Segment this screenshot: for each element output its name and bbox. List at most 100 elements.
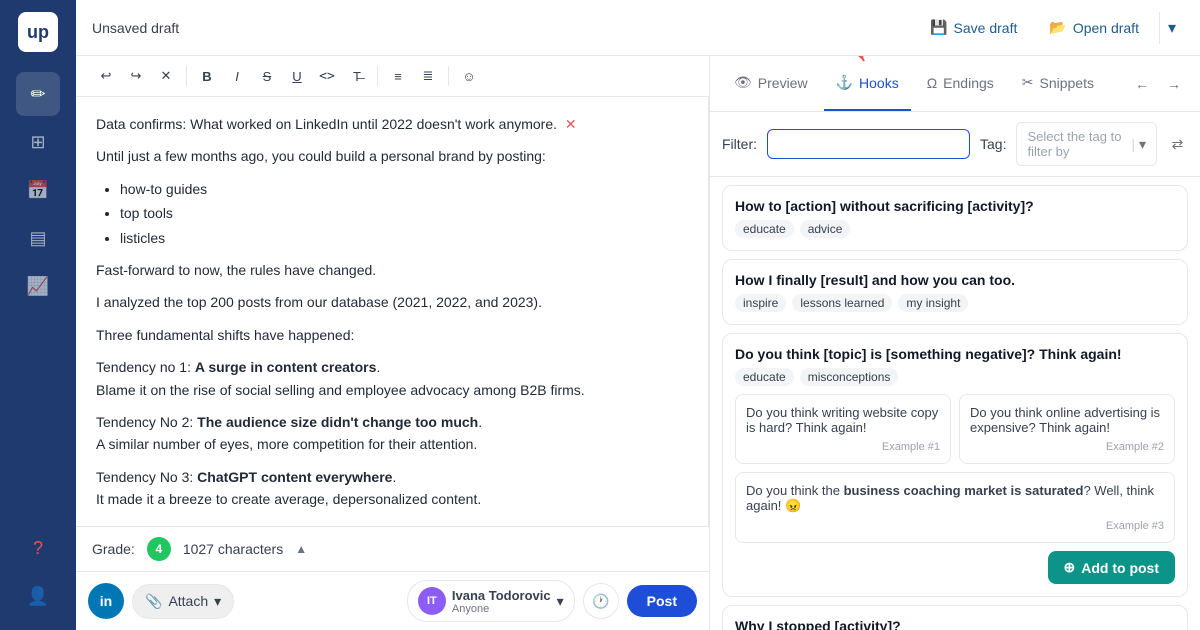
open-icon: 📂 [1049, 19, 1066, 36]
expand-icon[interactable]: ▲ [295, 542, 307, 556]
add-to-post-area: ⊕ Add to post [735, 551, 1175, 584]
hook-tag: inspire [735, 294, 786, 312]
hooks-tabs: 👁 Preview ⚓ Hooks [710, 56, 1200, 112]
attach-button[interactable]: 📎 Attach ▾ [132, 584, 234, 619]
open-draft-dropdown[interactable]: ▾ [1159, 12, 1184, 44]
schedule-button[interactable]: 🕐 [583, 583, 619, 619]
numbered-list-button[interactable]: ≣ [414, 62, 442, 90]
filter-label: Filter: [722, 136, 757, 152]
examples-grid: Do you think writing website copy is har… [735, 394, 1175, 543]
grade-badge: 4 [147, 537, 171, 561]
undo-button[interactable]: ↩ [92, 62, 120, 90]
hook-title-1: How to [action] without sacrificing [act… [735, 198, 1175, 214]
editor-line-2: Until just a few months ago, you could b… [96, 145, 688, 167]
snippets-icon: ✂ [1022, 74, 1034, 91]
app-logo[interactable]: up [18, 12, 58, 52]
underline-button[interactable]: U [283, 62, 311, 90]
editor-list-item-1: how-to guides [120, 178, 688, 200]
sidebar: up ✏ ⊞ 📅 ▤ 📈 ? 👤 [0, 0, 76, 630]
tab-preview[interactable]: 👁 Preview [722, 56, 820, 111]
filter-row: Filter: Tag: Select the tag to filter by… [710, 112, 1200, 177]
redo-button[interactable]: ↪ [122, 62, 150, 90]
editor-line-1: Data confirms: What worked on LinkedIn u… [96, 113, 688, 135]
editor-line-5: Three fundamental shifts have happened: [96, 324, 688, 346]
char-count: 1027 characters [183, 541, 283, 557]
tag-select[interactable]: Select the tag to filter by | ▾ [1016, 122, 1157, 166]
editor-line-4: I analyzed the top 200 posts from our da… [96, 291, 688, 313]
plus-circle-icon: ⊕ [1064, 559, 1076, 576]
code-button[interactable]: <> [313, 62, 341, 90]
hook-tags-1: educate advice [735, 220, 1175, 238]
sidebar-item-calendar[interactable]: 📅 [16, 168, 60, 212]
editor-list-item-2: top tools [120, 202, 688, 224]
tab-hooks[interactable]: ⚓ Hooks [824, 56, 911, 111]
hook-title-3: Do you think [topic] is [something negat… [735, 346, 1175, 362]
example-card-1[interactable]: Do you think writing website copy is har… [735, 394, 951, 464]
hook-card-1[interactable]: How to [action] without sacrificing [act… [722, 185, 1188, 251]
post-button[interactable]: Post [627, 585, 697, 617]
sidebar-item-edit[interactable]: ✏ [16, 72, 60, 116]
emoji-button[interactable]: ☺ [455, 62, 483, 90]
editor-line-7: Tendency No 2: The audience size didn't … [96, 411, 688, 456]
hook-card-2[interactable]: How I finally [result] and how you can t… [722, 259, 1188, 325]
top-bar: Unsaved draft 💾 Save draft 📂 Open draft … [76, 0, 1200, 56]
top-actions: 💾 Save draft 📂 Open draft ▾ [918, 12, 1184, 44]
shuffle-button[interactable]: ⇄ [1167, 130, 1188, 158]
open-draft-button[interactable]: 📂 Open draft [1037, 13, 1151, 42]
editor-line-6: Tendency no 1: A surge in content creato… [96, 356, 688, 401]
hook-title-4: Why I stopped [activity]? [735, 618, 1175, 630]
hook-tag: educate [735, 368, 794, 386]
nav-back[interactable]: ← [1128, 70, 1156, 98]
example-card-3[interactable]: Do you think the business coaching marke… [735, 472, 1175, 543]
example-card-2[interactable]: Do you think online advertising is expen… [959, 394, 1175, 464]
endings-icon: Ω [927, 75, 937, 91]
sidebar-item-user[interactable]: 👤 [16, 574, 60, 618]
sidebar-item-grid[interactable]: ⊞ [16, 120, 60, 164]
filter-input[interactable] [767, 129, 970, 159]
draft-title: Unsaved draft [92, 20, 179, 36]
sidebar-item-chart[interactable]: 📈 [16, 264, 60, 308]
linkedin-button[interactable]: in [88, 583, 124, 619]
hooks-list: How to [action] without sacrificing [act… [710, 177, 1200, 630]
save-draft-button[interactable]: 💾 Save draft [918, 13, 1029, 42]
clear-button[interactable]: ✕ [152, 62, 180, 90]
bullet-list-button[interactable]: ≡ [384, 62, 412, 90]
preview-icon: 👁 [734, 74, 752, 91]
tag-select-divider: | [1131, 136, 1135, 152]
toolbar-divider-2 [377, 66, 378, 86]
sidebar-item-inbox[interactable]: ▤ [16, 216, 60, 260]
hook-card-4[interactable]: Why I stopped [activity]? inspire my ins… [722, 605, 1188, 630]
bold-button[interactable]: B [193, 62, 221, 90]
italic-button[interactable]: I [223, 62, 251, 90]
editor-content[interactable]: Data confirms: What worked on LinkedIn u… [76, 97, 709, 526]
editor-line-3: Fast-forward to now, the rules have chan… [96, 259, 688, 281]
main-area: Unsaved draft 💾 Save draft 📂 Open draft … [76, 0, 1200, 630]
hook-tag: misconceptions [800, 368, 899, 386]
hook-card-3[interactable]: Do you think [topic] is [something negat… [722, 333, 1188, 597]
tab-snippets[interactable]: ✂ Snippets [1010, 56, 1106, 111]
editor-toolbar: ↩ ↪ ✕ B I S U <> T̶ ≡ ≣ ☺ [76, 56, 709, 97]
example-text-3: Do you think the business coaching marke… [746, 483, 1154, 513]
user-name: Ivana Todorovic [452, 588, 551, 603]
strikethrough-button[interactable]: S [253, 62, 281, 90]
x-mark: ✕ [565, 116, 577, 132]
add-to-post-button[interactable]: ⊕ Add to post [1048, 551, 1176, 584]
grade-label: Grade: [92, 541, 135, 557]
hook-tag: lessons learned [792, 294, 892, 312]
example-label-2: Example #2 [970, 441, 1164, 453]
tab-endings[interactable]: Ω Endings [915, 56, 1006, 111]
hooks-icon: ⚓ [836, 74, 853, 91]
hooks-panel: 👁 Preview ⚓ Hooks [710, 56, 1200, 630]
grade-bar: Grade: 4 1027 characters ▲ [76, 526, 709, 571]
tag-label: Tag: [980, 136, 1006, 152]
user-info: Ivana Todorovic Anyone [452, 588, 551, 615]
toolbar-divider-1 [186, 66, 187, 86]
nav-forward[interactable]: → [1160, 70, 1188, 98]
text-clear-button[interactable]: T̶ [343, 62, 371, 90]
hook-tags-2: inspire lessons learned my insight [735, 294, 1175, 312]
example-label-1: Example #1 [746, 441, 940, 453]
hook-tag: advice [800, 220, 851, 238]
user-selector[interactable]: IT Ivana Todorovic Anyone ▾ [407, 580, 575, 622]
hook-tags-3: educate misconceptions [735, 368, 1175, 386]
sidebar-item-help[interactable]: ? [16, 526, 60, 570]
